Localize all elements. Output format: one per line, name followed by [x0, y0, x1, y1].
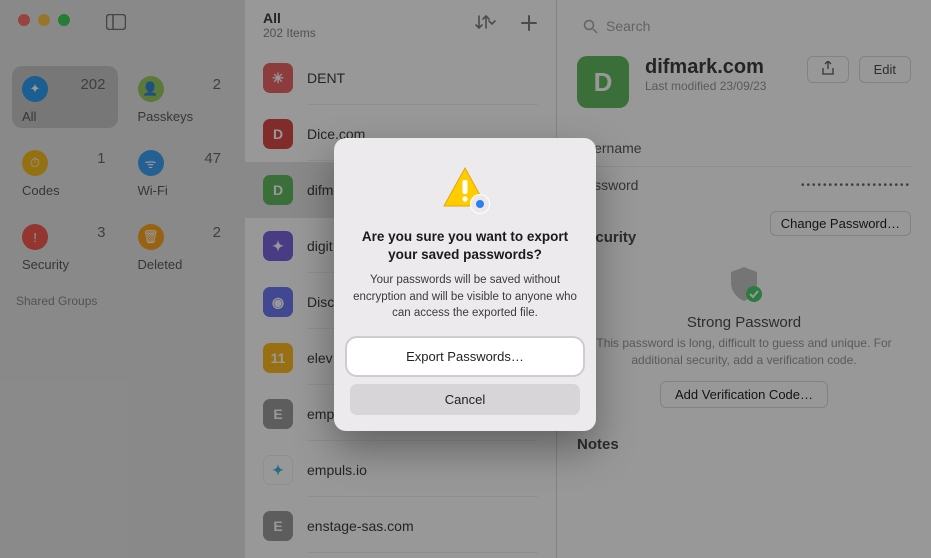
- warning-passwords-icon: [438, 162, 492, 216]
- export-passwords-button[interactable]: Export Passwords…: [350, 341, 580, 372]
- dialog-title: Are you sure you want to export your sav…: [350, 228, 580, 264]
- cancel-button[interactable]: Cancel: [350, 384, 580, 415]
- dialog-body: Your passwords will be saved without enc…: [350, 264, 580, 334]
- export-passwords-dialog: Are you sure you want to export your sav…: [334, 138, 596, 431]
